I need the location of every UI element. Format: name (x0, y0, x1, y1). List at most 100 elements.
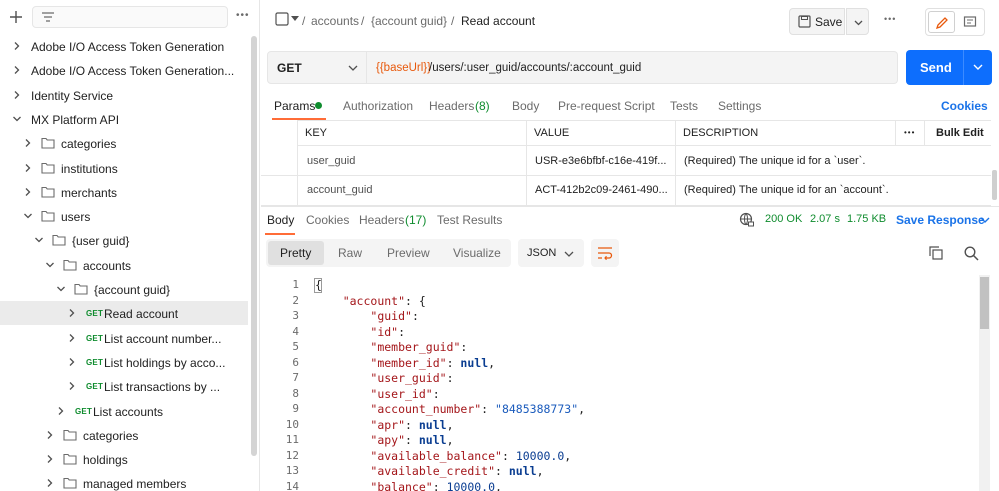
sidebar-scrollbar[interactable] (251, 36, 257, 456)
edit-mode-button[interactable] (928, 11, 955, 33)
sidebar-more-icon[interactable]: ••• (236, 10, 250, 21)
tab-authorization[interactable]: Authorization (343, 99, 413, 113)
tab-response-headers[interactable]: Headers (359, 213, 404, 227)
tree-request-item[interactable]: GET Read account (0, 301, 248, 326)
chevron-right-icon[interactable] (67, 333, 77, 343)
tree-folder-item[interactable]: {user guid} (0, 228, 248, 252)
tree-request-item[interactable]: GET List holdings by acco... (0, 350, 248, 374)
wrap-lines-button[interactable] (591, 239, 619, 267)
line-number: 8 (292, 386, 299, 400)
code-scrollbar[interactable] (980, 277, 989, 329)
tree-request-item[interactable]: GET List accounts (0, 399, 248, 423)
tab-body[interactable]: Body (512, 99, 539, 113)
send-button[interactable]: Send (906, 50, 992, 85)
method-select[interactable]: GET (267, 51, 367, 84)
chevron-right-icon[interactable] (45, 478, 55, 488)
cookies-link[interactable]: Cookies (941, 99, 988, 113)
chevron-right-icon[interactable] (67, 308, 77, 318)
param-description[interactable]: (Required) The unique id for a `user`. (684, 155, 984, 167)
sidebar-toolbar: ••• (0, 0, 260, 34)
table-more-icon[interactable]: ••• (904, 128, 915, 137)
chevron-right-icon[interactable] (45, 430, 55, 440)
tab-tests[interactable]: Tests (670, 99, 698, 113)
breadcrumb-account-guid[interactable]: {account guid} (371, 14, 447, 28)
comments-button[interactable] (957, 11, 983, 33)
status-code[interactable]: 200 OK (765, 213, 802, 225)
chevron-right-icon[interactable] (67, 381, 77, 391)
tree-collection-item[interactable]: Adobe I/O Access Token Generation (0, 34, 248, 58)
chevron-down-icon[interactable] (45, 260, 55, 270)
response-body[interactable]: 1{2 "account": {3 "guid": 4 "id": 5 "membe… (261, 275, 999, 491)
save-button[interactable]: Save (789, 8, 845, 35)
params-scrollbar[interactable] (992, 170, 997, 200)
visualize-button[interactable]: Visualize (453, 246, 501, 260)
chevron-right-icon[interactable] (23, 187, 33, 197)
chevron-down-icon[interactable] (34, 235, 44, 245)
param-key[interactable]: account_guid (307, 184, 517, 196)
tree-item-label: List transactions by ... (104, 380, 221, 395)
code-token: , (564, 448, 572, 463)
param-value[interactable]: USR-e3e6bfbf-c16e-419f... (535, 155, 671, 167)
param-description[interactable]: (Required) The unique id for an `account… (684, 184, 984, 196)
chevron-right-icon[interactable] (12, 65, 22, 75)
tab-prerequest[interactable]: Pre-request Script (558, 99, 655, 113)
search-icon[interactable] (964, 246, 979, 261)
tree-folder-item[interactable]: managed members (0, 471, 248, 491)
tree-collection-item[interactable]: MX Platform API (0, 107, 248, 131)
param-key[interactable]: user_guid (307, 155, 517, 167)
tree-folder-item[interactable]: categories (0, 131, 248, 155)
tree-folder-item[interactable]: merchants (0, 180, 248, 204)
tree-folder-item[interactable]: holdings (0, 447, 248, 471)
format-select[interactable]: JSON (518, 239, 584, 267)
tree-folder-item[interactable]: {account guid} (0, 277, 248, 301)
response-time[interactable]: 2.07 s (810, 213, 840, 225)
param-value[interactable]: ACT-412b2c09-2461-490... (535, 184, 671, 196)
tree-collection-item[interactable]: Identity Service (0, 83, 248, 107)
chevron-down-icon[interactable] (56, 284, 66, 294)
tree-folder-item[interactable]: users (0, 204, 248, 228)
table-row[interactable]: account_guid ACT-412b2c09-2461-490... (R… (261, 176, 991, 204)
chevron-right-icon[interactable] (67, 357, 77, 367)
tab-response-cookies[interactable]: Cookies (306, 213, 349, 227)
header-more-icon[interactable]: ••• (884, 14, 896, 24)
tab-params[interactable]: Params (274, 99, 315, 113)
tab-test-results[interactable]: Test Results (437, 213, 502, 227)
chevron-right-icon[interactable] (23, 163, 33, 173)
bulk-edit-button[interactable]: Bulk Edit (936, 127, 984, 139)
globe-lock-icon[interactable] (739, 212, 755, 228)
save-label: Save (815, 15, 843, 29)
chevron-down-icon[interactable] (973, 64, 983, 71)
tree-folder-item[interactable]: accounts (0, 253, 248, 277)
chevron-down-icon[interactable] (12, 114, 22, 124)
filter-input[interactable] (32, 6, 228, 28)
tree-request-item[interactable]: GET List account number... (0, 326, 248, 350)
breadcrumb-accounts[interactable]: accounts (311, 14, 359, 28)
save-response-button[interactable]: Save Response (896, 213, 985, 227)
raw-button[interactable]: Raw (338, 246, 362, 260)
chevron-right-icon[interactable] (12, 90, 22, 100)
chevron-down-icon[interactable] (23, 211, 33, 221)
tab-response-body[interactable]: Body (267, 213, 294, 227)
chevron-right-icon[interactable] (45, 454, 55, 464)
tree-collection-item[interactable]: Adobe I/O Access Token Generation... (0, 58, 248, 82)
chevron-right-icon[interactable] (23, 138, 33, 148)
add-icon[interactable] (8, 9, 24, 25)
copy-icon[interactable] (929, 246, 943, 260)
tree-folder-item[interactable]: institutions (0, 156, 248, 180)
tree-request-item[interactable]: GET List transactions by ... (0, 374, 248, 398)
preview-button[interactable]: Preview (387, 246, 430, 260)
save-dropdown-button[interactable] (846, 8, 869, 35)
folder-icon (41, 210, 55, 222)
url-input[interactable]: {{baseUrl}} /users/:user_guid/accounts/:… (367, 51, 898, 84)
pretty-button[interactable]: Pretty (268, 241, 324, 265)
chevron-down-icon[interactable] (291, 16, 299, 22)
tab-settings[interactable]: Settings (718, 99, 761, 113)
chevron-right-icon[interactable] (12, 41, 22, 51)
method-label: GET (277, 61, 302, 75)
chevron-down-icon[interactable] (980, 217, 990, 224)
table-row[interactable]: user_guid USR-e3e6bfbf-c16e-419f... (Req… (261, 147, 991, 175)
tree-folder-item[interactable]: categories (0, 423, 248, 447)
tab-headers[interactable]: Headers (429, 99, 474, 113)
response-size[interactable]: 1.75 KB (847, 213, 886, 225)
chevron-right-icon[interactable] (56, 406, 66, 416)
